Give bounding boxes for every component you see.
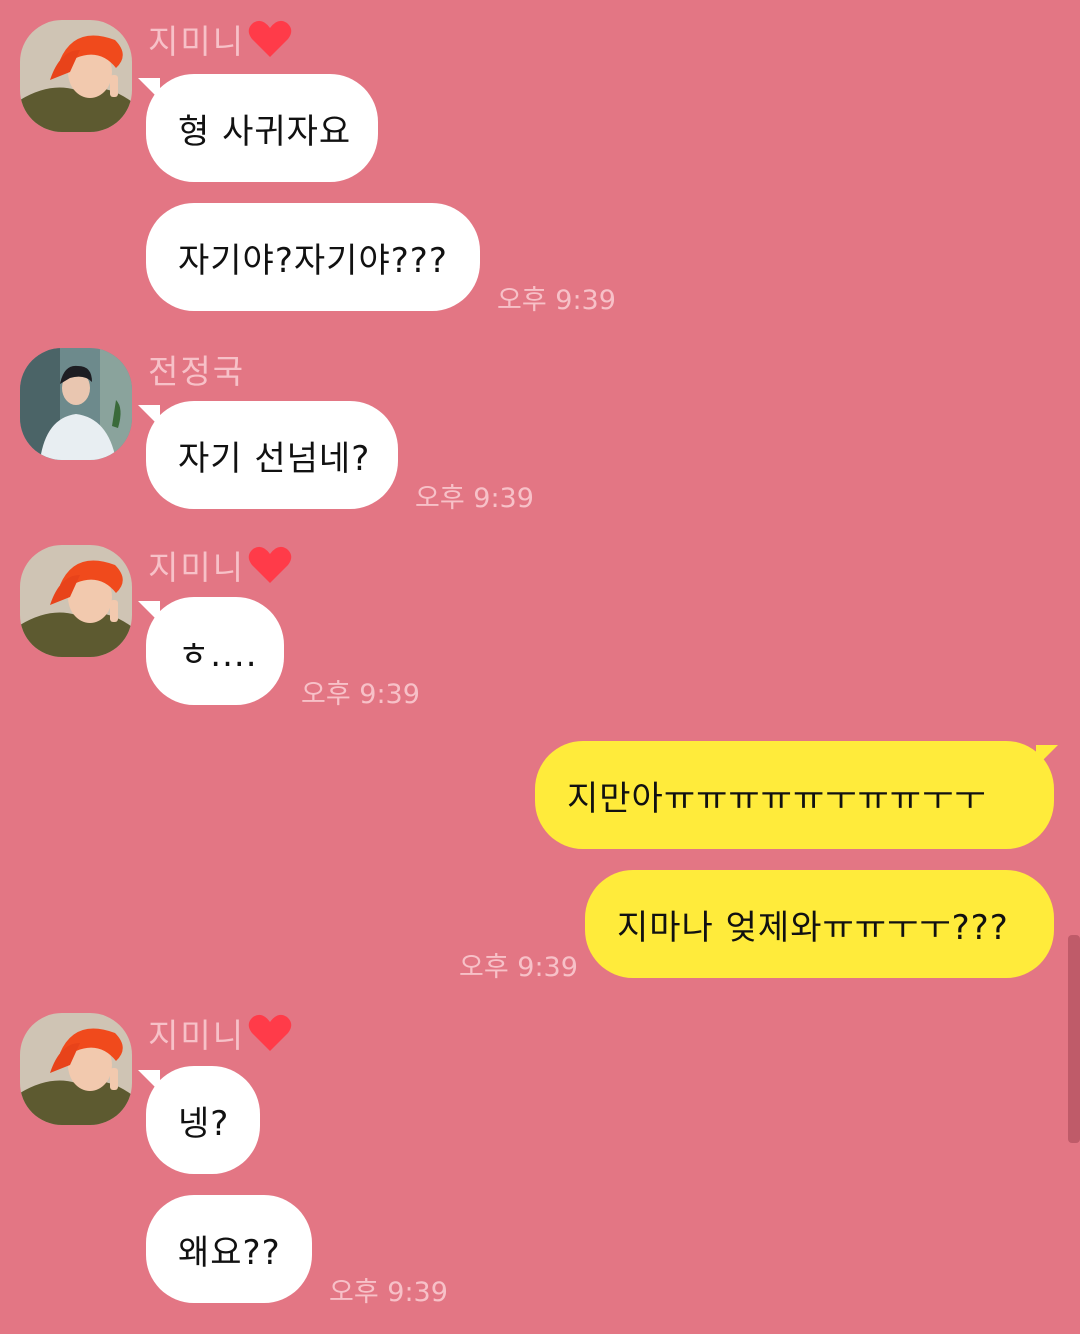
message-bubble[interactable]: 왜요?? — [146, 1195, 312, 1303]
message-bubble[interactable]: 형 사귀자요 — [146, 74, 378, 182]
sender-name: 전정국 — [148, 352, 246, 391]
timestamp: 오후 9:39 — [497, 285, 616, 316]
heart-icon — [248, 546, 292, 583]
jimin-photo-icon — [20, 1013, 132, 1125]
jungkook-photo-icon — [20, 348, 132, 460]
timestamp: 오후 9:39 — [329, 1277, 448, 1308]
timestamp: 오후 9:39 — [415, 483, 534, 514]
timestamp: 오후 9:39 — [301, 679, 420, 710]
message-bubble[interactable]: ㅎ.... — [146, 597, 284, 705]
avatar-jimin[interactable] — [20, 1013, 132, 1125]
sender-name: 지미니 — [148, 540, 293, 590]
jimin-photo-icon — [20, 545, 132, 657]
avatar-jimin[interactable] — [20, 545, 132, 657]
message-bubble[interactable]: 지만아ㅠㅠㅠㅠㅠㅜㅠㅠㅜㅜ — [535, 741, 1054, 849]
sender-name: 지미니 — [148, 1008, 293, 1058]
sender-name: 지미니 — [148, 14, 293, 64]
heart-icon — [248, 20, 292, 57]
message-bubble[interactable]: 넹? — [146, 1066, 260, 1174]
message-bubble[interactable]: 자기야?자기야??? — [146, 203, 480, 311]
avatar-jimin[interactable] — [20, 20, 132, 132]
timestamp: 오후 9:39 — [459, 952, 578, 983]
scrollbar[interactable] — [1068, 935, 1080, 1143]
jimin-photo-icon — [20, 20, 132, 132]
message-bubble[interactable]: 지마나 엊제와ㅠㅠㅜㅜ??? — [585, 870, 1054, 978]
avatar-jungkook[interactable] — [20, 348, 132, 460]
message-bubble[interactable]: 자기 선넘네? — [146, 401, 398, 509]
heart-icon — [248, 1014, 292, 1051]
